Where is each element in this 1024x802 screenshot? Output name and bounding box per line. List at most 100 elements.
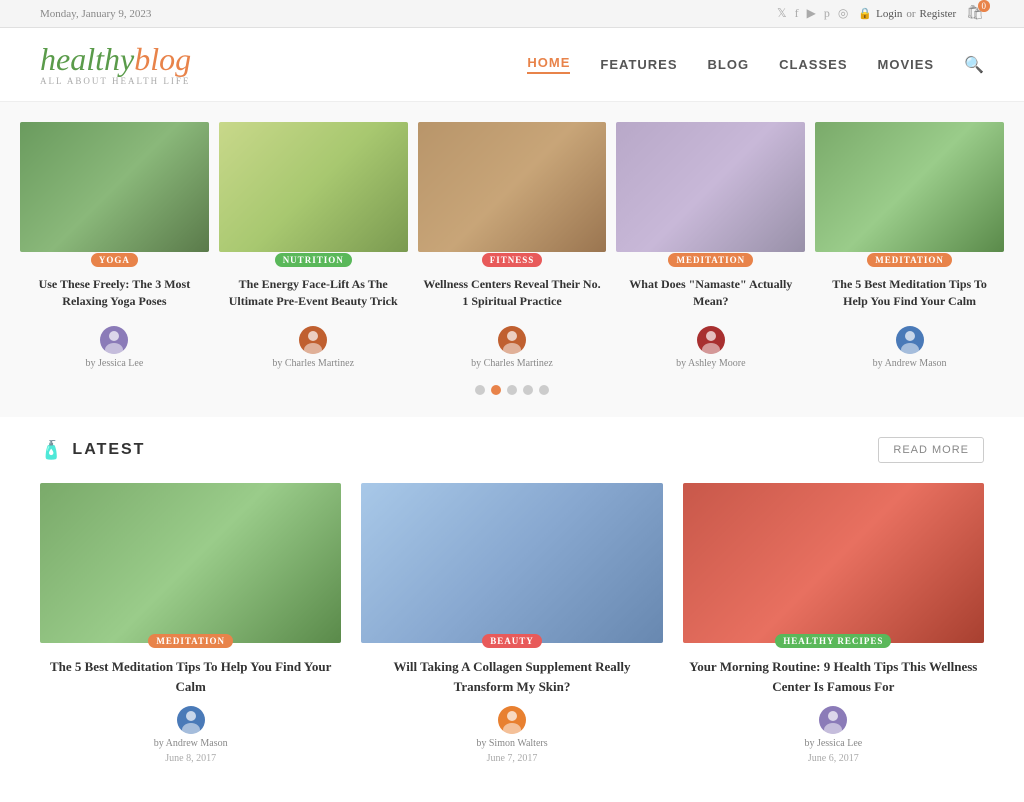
latest-avatar-2 — [819, 706, 847, 734]
latest-body-1: Will Taking A Collagen Supplement Really… — [361, 649, 662, 772]
latest-author-name-2: by Jessica Lee — [804, 738, 862, 749]
top-bar: Monday, January 9, 2023 𝕏 f ▶ p ◎ 🔒 Logi… — [0, 0, 1024, 28]
facebook-icon[interactable]: f — [795, 6, 799, 21]
carousel-badge-wrap-4: MEDITATION — [815, 252, 1004, 268]
carousel-section: YOGA Use These Freely: The 3 Most Relaxi… — [0, 102, 1024, 417]
carousel-dot-3[interactable] — [507, 385, 517, 395]
carousel-body-3: What Does "Namaste" Actually Mean? by As… — [616, 268, 805, 373]
carousel-body-4: The 5 Best Meditation Tips To Help You F… — [815, 268, 1004, 373]
author-name-1: by Charles Martinez — [272, 358, 354, 369]
carousel-dot-5[interactable] — [539, 385, 549, 395]
carousel-dot-4[interactable] — [523, 385, 533, 395]
latest-item-title-0: The 5 Best Meditation Tips To Help You F… — [44, 657, 337, 696]
lock-icon: 🔒 — [858, 7, 872, 20]
carousel-title-1: The Energy Face-Lift As The Ultimate Pre… — [223, 276, 404, 318]
logo-healthy: healthy — [40, 41, 134, 77]
latest-item-1[interactable]: BEAUTY Will Taking A Collagen Supplement… — [361, 483, 662, 772]
pinterest-icon[interactable]: p — [824, 6, 830, 21]
logo[interactable]: healthyblog ALL ABOUT HEALTH LIFE — [40, 43, 191, 86]
carousel-img-content-0 — [20, 122, 209, 252]
carousel-img-1 — [219, 122, 408, 252]
latest-badge-wrap-0: MEDITATION — [40, 633, 341, 649]
top-bar-right: 𝕏 f ▶ p ◎ 🔒 Login or Register 🛍 0 — [777, 5, 984, 22]
author-name-3: by Ashley Moore — [676, 358, 745, 369]
carousel-img-content-1 — [219, 122, 408, 252]
carousel-img-content-3 — [616, 122, 805, 252]
nav-features[interactable]: FEATURES — [600, 57, 677, 72]
carousel-item-1[interactable]: NUTRITION The Energy Face-Lift As The Ul… — [219, 122, 408, 373]
carousel-dot-2[interactable] — [491, 385, 501, 395]
author-name-2: by Charles Martinez — [471, 358, 553, 369]
latest-img-1 — [361, 483, 662, 643]
nav-blog[interactable]: BLOG — [708, 57, 750, 72]
carousel-item-2[interactable]: FITNESS Wellness Centers Reveal Their No… — [418, 122, 607, 373]
latest-body-2: Your Morning Routine: 9 Health Tips This… — [683, 649, 984, 772]
carousel-img-0 — [20, 122, 209, 252]
latest-item-2[interactable]: HEALTHY RECIPES Your Morning Routine: 9 … — [683, 483, 984, 772]
nav-home[interactable]: HOME — [527, 55, 570, 74]
latest-img-2 — [683, 483, 984, 643]
latest-grid: MEDITATION The 5 Best Meditation Tips To… — [40, 483, 984, 772]
logo-main: healthyblog — [40, 43, 191, 75]
latest-img-0 — [40, 483, 341, 643]
latest-author-row-0: by Andrew Mason June 8, 2017 — [44, 706, 337, 764]
social-icons: 𝕏 f ▶ p ◎ — [777, 6, 848, 21]
latest-badge-2: HEALTHY RECIPES — [775, 634, 891, 648]
read-more-button[interactable]: READ MORE — [878, 437, 984, 463]
carousel-grid: YOGA Use These Freely: The 3 Most Relaxi… — [20, 122, 1004, 373]
author-name-0: by Jessica Lee — [86, 358, 144, 369]
carousel-dots — [20, 373, 1004, 407]
latest-date-1: June 7, 2017 — [487, 753, 538, 764]
carousel-badge-4: MEDITATION — [867, 253, 952, 267]
carousel-badge-1: NUTRITION — [275, 253, 352, 267]
author-avatar-0 — [100, 326, 128, 354]
latest-label: LATEST — [72, 441, 145, 459]
youtube-icon[interactable]: ▶ — [807, 6, 816, 21]
cart-icon[interactable]: 🛍 0 — [966, 5, 984, 22]
author-avatar-3 — [697, 326, 725, 354]
nav-classes[interactable]: CLASSES — [779, 57, 847, 72]
logo-blog: blog — [134, 41, 191, 77]
latest-author-row-2: by Jessica Lee June 6, 2017 — [687, 706, 980, 764]
latest-avatar-1 — [498, 706, 526, 734]
latest-item-0[interactable]: MEDITATION The 5 Best Meditation Tips To… — [40, 483, 341, 772]
latest-badge-1: BEAUTY — [482, 634, 542, 648]
latest-title: 🧴 LATEST — [40, 440, 145, 461]
author-row-0: by Jessica Lee — [24, 326, 205, 369]
author-name-4: by Andrew Mason — [873, 358, 947, 369]
carousel-body-0: Use These Freely: The 3 Most Relaxing Yo… — [20, 268, 209, 373]
login-link[interactable]: Login — [876, 8, 902, 20]
carousel-img-4 — [815, 122, 1004, 252]
twitter-icon[interactable]: 𝕏 — [777, 6, 787, 21]
latest-section: 🧴 LATEST READ MORE MEDITATION The 5 Best… — [0, 417, 1024, 802]
main-nav: HOME FEATURES BLOG CLASSES MOVIES 🔍 — [527, 55, 984, 75]
latest-author-name-1: by Simon Walters — [476, 738, 547, 749]
carousel-body-1: The Energy Face-Lift As The Ultimate Pre… — [219, 268, 408, 373]
author-row-2: by Charles Martinez — [422, 326, 603, 369]
carousel-badge-0: YOGA — [91, 253, 138, 267]
author-avatar-4 — [896, 326, 924, 354]
carousel-item-0[interactable]: YOGA Use These Freely: The 3 Most Relaxi… — [20, 122, 209, 373]
carousel-item-4[interactable]: MEDITATION The 5 Best Meditation Tips To… — [815, 122, 1004, 373]
carousel-badge-3: MEDITATION — [668, 253, 753, 267]
register-link[interactable]: Register — [920, 8, 957, 20]
or-label: or — [906, 8, 915, 20]
author-row-1: by Charles Martinez — [223, 326, 404, 369]
latest-date-0: June 8, 2017 — [165, 753, 216, 764]
latest-badge-0: MEDITATION — [148, 634, 233, 648]
instagram-icon[interactable]: ◎ — [838, 6, 848, 21]
carousel-img-3 — [616, 122, 805, 252]
carousel-dot-1[interactable] — [475, 385, 485, 395]
carousel-title-2: Wellness Centers Reveal Their No. 1 Spir… — [422, 276, 603, 318]
carousel-title-3: What Does "Namaste" Actually Mean? — [620, 276, 801, 318]
carousel-img-content-2 — [418, 122, 607, 252]
latest-date-2: June 6, 2017 — [808, 753, 859, 764]
carousel-item-3[interactable]: MEDITATION What Does "Namaste" Actually … — [616, 122, 805, 373]
latest-img-wrap-1 — [361, 483, 662, 643]
nav-movies[interactable]: MOVIES — [878, 57, 935, 72]
search-icon[interactable]: 🔍 — [964, 55, 984, 75]
login-area: 🔒 Login or Register — [858, 7, 956, 20]
latest-badge-wrap-1: BEAUTY — [361, 633, 662, 649]
latest-item-title-2: Your Morning Routine: 9 Health Tips This… — [687, 657, 980, 696]
latest-badge-wrap-2: HEALTHY RECIPES — [683, 633, 984, 649]
